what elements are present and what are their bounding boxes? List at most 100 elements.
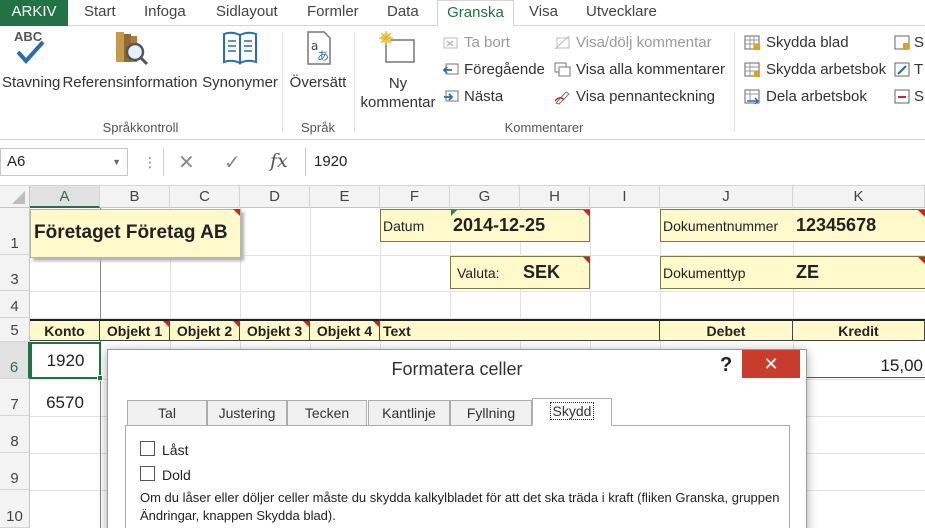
- cell-k6[interactable]: 15,00: [793, 342, 923, 379]
- spelling-button[interactable]: ABC Stavning: [2, 28, 61, 91]
- research-button[interactable]: Referensinformation: [62, 28, 198, 91]
- formula-input[interactable]: 1920: [305, 148, 925, 176]
- hidden-checkbox[interactable]: [140, 466, 155, 481]
- new-comment-label-line2: kommentar: [360, 94, 436, 111]
- clipped-changes-button-1[interactable]: S: [894, 32, 924, 54]
- comment-indicator: [918, 257, 925, 264]
- locked-label[interactable]: Låst: [162, 442, 188, 458]
- dialog-tab-fill[interactable]: Fyllning: [450, 400, 532, 426]
- tab-formulas[interactable]: Formler: [301, 0, 365, 26]
- thesaurus-button[interactable]: Synonymer: [202, 28, 278, 91]
- protect-sheet-button[interactable]: Skydda blad: [744, 32, 849, 54]
- column-header-j[interactable]: J: [660, 186, 793, 208]
- share-workbook-icon: [744, 89, 761, 105]
- header-debet[interactable]: Debet: [660, 319, 793, 341]
- tab-start[interactable]: Start: [78, 0, 122, 26]
- chevron-down-icon[interactable]: ▼: [112, 149, 121, 175]
- spelling-label: Stavning: [2, 74, 61, 91]
- show-all-comments-button[interactable]: Visa alla kommentarer: [554, 59, 725, 81]
- tab-page-layout[interactable]: Sidlayout: [210, 0, 284, 26]
- column-header-e[interactable]: E: [310, 186, 380, 208]
- tab-review[interactable]: Granska: [437, 0, 514, 27]
- header-objekt-4[interactable]: Objekt 4: [310, 319, 380, 341]
- comment-indicator: [303, 321, 310, 328]
- comment-indicator: [233, 209, 240, 216]
- row-header-6[interactable]: 6: [0, 342, 30, 379]
- column-header-a[interactable]: A: [30, 186, 100, 208]
- locked-checkbox[interactable]: [140, 441, 155, 456]
- new-comment-icon: [378, 30, 418, 70]
- show-ink-button[interactable]: Visa pennanteckning: [554, 86, 715, 108]
- enter-icon[interactable]: ✓: [224, 150, 241, 175]
- delete-comment-button[interactable]: Ta bort: [442, 32, 510, 54]
- formula-bar-divider: [163, 148, 164, 176]
- row-header-5[interactable]: 5: [0, 318, 30, 342]
- insert-function-icon[interactable]: fx: [270, 150, 288, 172]
- ribbon-tab-bar: ARKIV Start Infoga Sidlayout Formler Dat…: [0, 0, 925, 27]
- header-objekt-1[interactable]: Objekt 1: [100, 319, 170, 341]
- column-header-d[interactable]: D: [240, 186, 310, 208]
- clipped-changes-button-2[interactable]: T: [894, 59, 923, 81]
- row-header-10[interactable]: 10: [0, 490, 30, 528]
- protect-workbook-button[interactable]: Skydda arbetsbok: [744, 59, 886, 81]
- row-header-3[interactable]: 3: [0, 255, 30, 291]
- row-header-4[interactable]: 4: [0, 291, 30, 318]
- tab-developer[interactable]: Utvecklare: [580, 0, 663, 26]
- row-header-8[interactable]: 8: [0, 416, 30, 453]
- column-header-i[interactable]: I: [590, 186, 660, 208]
- comment-indicator: [233, 321, 240, 328]
- translate-button[interactable]: a あ Översätt: [288, 28, 348, 91]
- dialog-tab-border[interactable]: Kantlinje: [368, 400, 450, 426]
- column-header-g[interactable]: G: [450, 186, 520, 208]
- header-text[interactable]: Text: [380, 319, 660, 341]
- name-box[interactable]: A6 ▼: [0, 148, 128, 176]
- date-box[interactable]: Datum 2014-12-25: [380, 209, 590, 242]
- cell-a7[interactable]: 6570: [30, 379, 100, 416]
- header-kredit[interactable]: Kredit: [793, 319, 925, 341]
- header-objekt-2[interactable]: Objekt 2: [170, 319, 240, 341]
- column-header-c[interactable]: C: [170, 186, 240, 208]
- select-all-corner[interactable]: [0, 186, 30, 208]
- group-label-proofing: Språkkontroll: [102, 120, 179, 135]
- tab-data[interactable]: Data: [381, 0, 425, 26]
- row-header-7[interactable]: 7: [0, 379, 30, 416]
- currency-value: SEK: [523, 262, 561, 282]
- cell-a6-selected[interactable]: 1920: [30, 342, 101, 379]
- tab-file[interactable]: ARKIV: [0, 0, 68, 26]
- format-cells-dialog: Formatera celler ? ✕ Tal Justering Tecke…: [107, 349, 807, 528]
- header-konto[interactable]: Konto: [30, 319, 100, 341]
- next-comment-button[interactable]: Nästa: [442, 86, 503, 108]
- doc-number-box[interactable]: Dokumentnummer 12345678: [660, 209, 925, 242]
- group-separator: [734, 32, 735, 132]
- hidden-label[interactable]: Dold: [162, 467, 191, 483]
- dialog-tab-protection[interactable]: Skydd: [532, 398, 612, 426]
- dialog-tab-font[interactable]: Tecken: [287, 400, 367, 426]
- show-hide-comment-button[interactable]: Visa/dölj kommentar: [554, 32, 712, 54]
- cancel-icon[interactable]: ✕: [178, 150, 195, 175]
- column-header-h[interactable]: H: [520, 186, 590, 208]
- doc-type-box[interactable]: Dokumenttyp ZE: [660, 256, 925, 289]
- row-header-9[interactable]: 9: [0, 453, 30, 490]
- clipped-changes-button-3[interactable]: S: [894, 86, 924, 108]
- group-label-comments: Kommentarer: [504, 120, 584, 135]
- column-header-f[interactable]: F: [380, 186, 450, 208]
- share-workbook-button[interactable]: Dela arbetsbok: [744, 86, 867, 108]
- tab-insert[interactable]: Infoga: [138, 0, 192, 26]
- comment-indicator: [583, 257, 590, 264]
- close-icon[interactable]: ✕: [742, 350, 800, 378]
- company-name-cell[interactable]: Företaget Företag AB: [30, 209, 241, 258]
- new-comment-button[interactable]: Ny kommentar: [358, 30, 438, 112]
- previous-comment-button[interactable]: Föregående: [442, 59, 545, 81]
- currency-box[interactable]: Valuta: SEK: [450, 256, 590, 289]
- help-icon[interactable]: ?: [720, 354, 732, 377]
- column-header-k[interactable]: K: [793, 186, 925, 208]
- dialog-tab-number[interactable]: Tal: [127, 400, 207, 426]
- dialog-tab-alignment[interactable]: Justering: [207, 400, 287, 426]
- research-label: Referensinformation: [62, 74, 198, 91]
- row-header-1[interactable]: 1: [0, 208, 30, 255]
- tab-view[interactable]: Visa: [523, 0, 564, 26]
- formula-bar-grip-icon[interactable]: ⋮: [143, 154, 157, 171]
- header-objekt-3[interactable]: Objekt 3: [240, 319, 310, 341]
- column-header-b[interactable]: B: [100, 186, 170, 208]
- gridline: [30, 291, 925, 292]
